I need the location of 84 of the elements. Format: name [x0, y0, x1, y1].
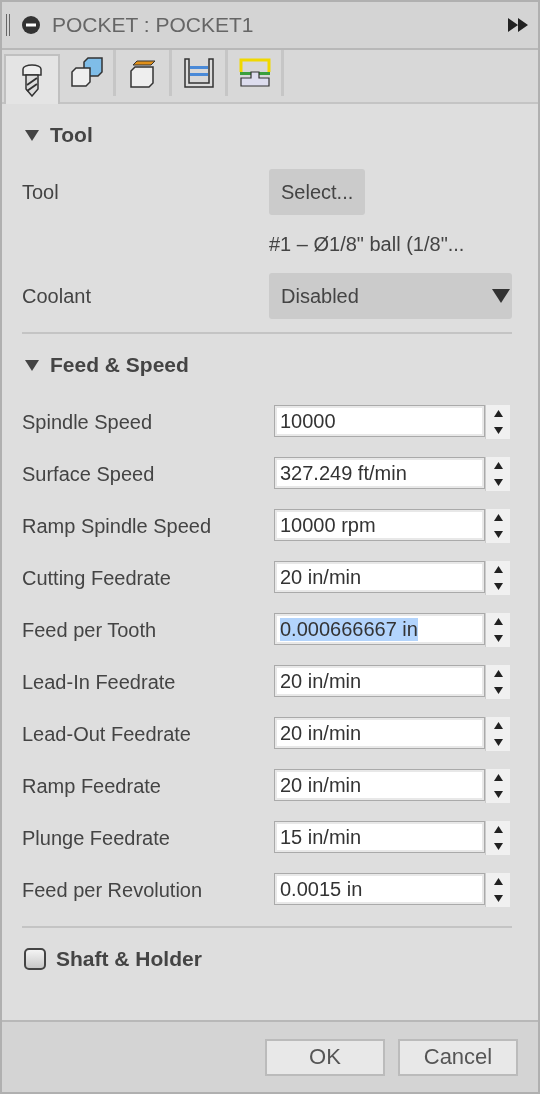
down-arrow-icon: [493, 687, 503, 694]
down-arrow-icon: [493, 427, 503, 434]
box-icon: [128, 57, 157, 89]
field-label: Coolant: [22, 284, 92, 308]
drill-bit-icon: [21, 63, 43, 97]
increment-button[interactable]: [485, 405, 510, 422]
ok-button[interactable]: OK: [265, 1038, 385, 1076]
increment-button[interactable]: [485, 717, 510, 734]
decrement-button[interactable]: [485, 630, 510, 647]
increment-button[interactable]: [485, 665, 510, 682]
up-arrow-icon: [493, 670, 503, 677]
input-field[interactable]: 10000 rpm: [274, 509, 485, 541]
down-arrow-icon: [493, 531, 503, 538]
up-arrow-icon: [493, 566, 503, 573]
cancel-button[interactable]: Cancel: [398, 1038, 518, 1076]
increment-button[interactable]: [485, 561, 510, 578]
field-label: Cutting Feedrate: [22, 566, 172, 590]
increment-button[interactable]: [485, 873, 510, 890]
decrement-button[interactable]: [485, 838, 510, 855]
field-label: Surface Speed: [22, 462, 156, 486]
up-arrow-icon: [493, 722, 503, 729]
triangle-icon[interactable]: [24, 358, 40, 372]
input-field[interactable]: 0.000666667 in: [274, 613, 485, 645]
input-field[interactable]: 20 in/min: [274, 717, 485, 749]
down-arrow-icon: [493, 479, 503, 486]
field-label: Spindle Speed: [22, 410, 154, 434]
up-arrow-icon: [493, 514, 503, 521]
decrement-button[interactable]: [485, 682, 510, 699]
decrement-button[interactable]: [485, 578, 510, 595]
input-field[interactable]: 15 in/min: [274, 821, 485, 853]
grip-icon: [6, 14, 10, 36]
section-heading: Tool: [50, 123, 93, 147]
input-field[interactable]: 0.0015 in: [274, 873, 485, 905]
section-heading: Shaft & Holder: [56, 947, 202, 971]
increment-button[interactable]: [485, 821, 510, 838]
linking-icon: [238, 58, 271, 88]
down-arrow-icon: [493, 739, 503, 746]
decrement-button[interactable]: [485, 786, 510, 803]
input-field[interactable]: 20 in/min: [274, 561, 485, 593]
tab[interactable]: [4, 54, 60, 104]
input-field[interactable]: 20 in/min: [274, 665, 485, 697]
increment-button[interactable]: [485, 509, 510, 526]
down-arrow-icon: [493, 843, 503, 850]
collapse-icon[interactable]: [22, 16, 40, 34]
input-field[interactable]: 327.249 ft/min: [274, 457, 485, 489]
up-arrow-icon: [493, 462, 503, 469]
layers-icon: [182, 57, 215, 89]
increment-button[interactable]: [485, 457, 510, 474]
down-arrow-icon: [493, 791, 503, 798]
up-arrow-icon: [493, 878, 503, 885]
decrement-button[interactable]: [485, 422, 510, 439]
field-label: Lead-Out Feedrate: [22, 722, 192, 746]
triangle-icon[interactable]: [24, 128, 40, 142]
input-field[interactable]: 10000: [274, 405, 485, 437]
increment-button[interactable]: [485, 613, 510, 630]
tool-description: #1 – Ø1/8" ball (1/8"...: [269, 232, 465, 256]
field-label: Plunge Feedrate: [22, 826, 171, 850]
down-arrow-icon: [493, 895, 503, 902]
increment-button[interactable]: [485, 769, 510, 786]
dropdown-caret-icon: [492, 289, 510, 303]
coolant-dropdown[interactable]: Disabled: [269, 273, 512, 319]
field-label: Tool: [22, 180, 60, 204]
field-label: Ramp Spindle Speed: [22, 514, 212, 538]
up-arrow-icon: [493, 826, 503, 833]
fast-forward-icon[interactable]: [508, 18, 528, 32]
field-label: Ramp Feedrate: [22, 774, 162, 798]
boxes-icon: [69, 56, 104, 90]
decrement-button[interactable]: [485, 734, 510, 751]
checkbox[interactable]: [24, 948, 46, 970]
input-field[interactable]: 20 in/min: [274, 769, 485, 801]
decrement-button[interactable]: [485, 526, 510, 543]
decrement-button[interactable]: [485, 890, 510, 907]
field-label: Feed per Tooth: [22, 618, 158, 642]
section-heading: Feed & Speed: [50, 353, 189, 377]
up-arrow-icon: [493, 410, 503, 417]
select-button[interactable]: Select...: [269, 169, 366, 215]
window-title: POCKET : POCKET1: [52, 13, 255, 37]
field-label: Feed per Revolution: [22, 878, 204, 902]
up-arrow-icon: [493, 618, 503, 625]
up-arrow-icon: [493, 774, 503, 781]
decrement-button[interactable]: [485, 474, 510, 491]
down-arrow-icon: [493, 635, 503, 642]
down-arrow-icon: [493, 583, 503, 590]
field-label: Lead-In Feedrate: [22, 670, 177, 694]
